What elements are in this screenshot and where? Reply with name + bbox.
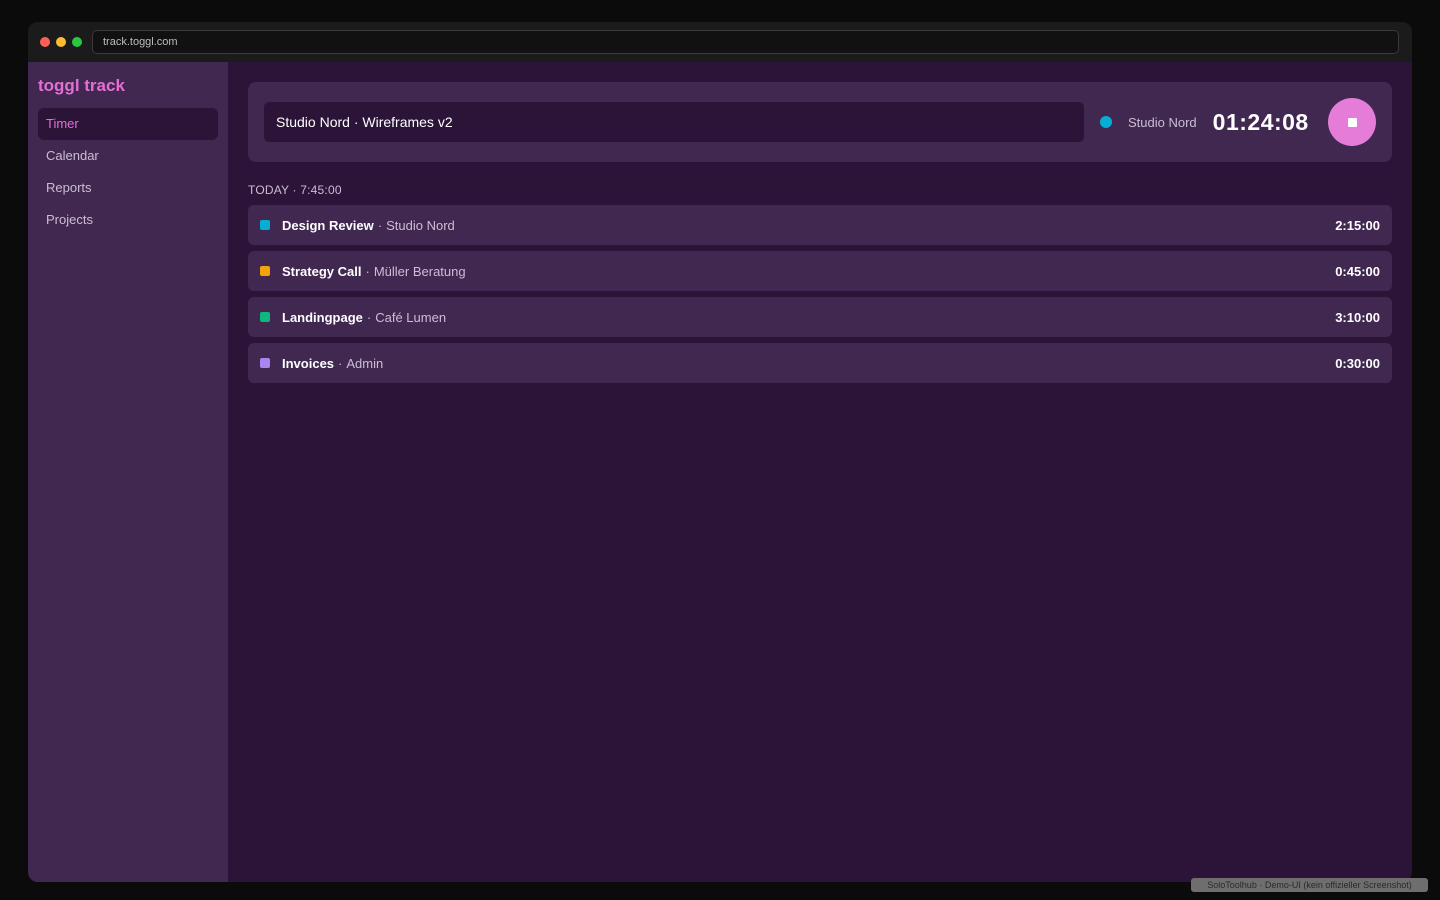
sidebar: toggl track Timer Calendar Reports Proje… [28, 62, 228, 882]
time-entry-row[interactable]: Landingpage · Café Lumen 3:10:00 [248, 297, 1392, 337]
brand-logo[interactable]: toggl track [38, 74, 218, 108]
project-color-dot [1100, 116, 1112, 128]
time-entry-row[interactable]: Invoices · Admin 0:30:00 [248, 343, 1392, 383]
entry-title: Design Review [282, 217, 374, 233]
browser-chrome: track.toggl.com [28, 22, 1412, 62]
day-header: TODAY · 7:45:00 [248, 183, 342, 197]
minimize-window-icon[interactable] [56, 37, 66, 47]
entry-client: Café Lumen [375, 309, 447, 325]
entry-separator: · [377, 217, 383, 233]
timer-bar: Studio Nord · Wireframes v2 Studio Nord … [248, 82, 1392, 162]
timer-project-name[interactable]: Studio Nord [1128, 115, 1197, 130]
project-color-swatch [260, 220, 270, 230]
sidebar-item-timer[interactable]: Timer [38, 108, 218, 140]
address-bar[interactable]: track.toggl.com [92, 30, 1399, 54]
entry-separator: · [366, 309, 372, 325]
entry-client: Studio Nord [386, 217, 455, 233]
stop-timer-button[interactable] [1328, 98, 1376, 146]
entry-duration: 0:45:00 [1335, 263, 1380, 279]
entry-title: Landingpage [282, 309, 363, 325]
time-entry-row[interactable]: Strategy Call · Müller Beratung 0:45:00 [248, 251, 1392, 291]
project-color-swatch [260, 266, 270, 276]
entry-separator: · [365, 263, 370, 279]
entry-title: Invoices [282, 355, 335, 371]
project-color-swatch [260, 312, 270, 322]
sidebar-item-projects[interactable]: Projects [38, 204, 218, 236]
entry-client: Admin [346, 355, 384, 371]
app-layout: toggl track Timer Calendar Reports Proje… [28, 62, 1412, 882]
sidebar-item-reports[interactable]: Reports [38, 172, 218, 204]
entry-title: Strategy Call [282, 263, 362, 279]
timer-description-input[interactable]: Studio Nord · Wireframes v2 [264, 102, 1084, 142]
time-entry-row[interactable]: Design Review · Studio Nord 2:15:00 [248, 205, 1392, 245]
close-window-icon[interactable] [40, 37, 50, 47]
entry-client: Müller Beratung [373, 263, 466, 279]
sidebar-item-calendar[interactable]: Calendar [38, 140, 218, 172]
entry-separator: · [338, 355, 343, 371]
entry-duration: 0:30:00 [1335, 355, 1380, 371]
maximize-window-icon[interactable] [72, 37, 82, 47]
stop-icon [1347, 117, 1357, 127]
main-content: Studio Nord · Wireframes v2 Studio Nord … [228, 62, 1412, 882]
demo-watermark: SoloToolhub · Demo-UI (kein offizieller … [1191, 878, 1428, 892]
project-color-swatch [260, 358, 270, 368]
entry-duration: 3:10:00 [1335, 309, 1380, 325]
browser-window: track.toggl.com toggl track Timer Calend… [28, 22, 1412, 882]
timer-elapsed: 01:24:08 [1212, 108, 1309, 135]
entry-duration: 2:15:00 [1335, 217, 1380, 233]
